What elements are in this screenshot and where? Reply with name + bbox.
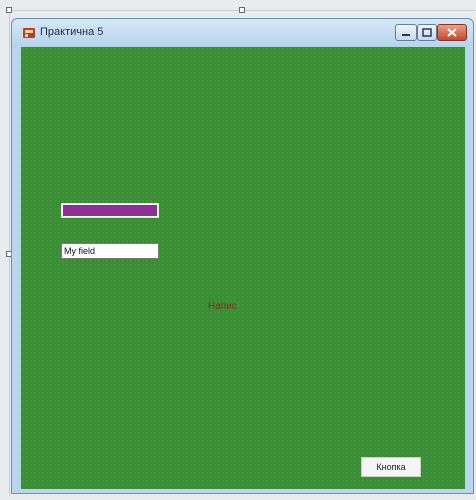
resize-handle-top[interactable] — [239, 7, 245, 13]
close-icon — [447, 24, 457, 42]
minimize-icon — [401, 24, 411, 42]
maximize-icon — [422, 24, 432, 42]
button[interactable]: Кнопка — [361, 457, 421, 477]
close-button[interactable] — [437, 24, 467, 41]
minimize-button[interactable] — [395, 24, 417, 41]
form-window: Практична 5 Напис Кнопка — [11, 18, 474, 494]
progress-bar-fill — [63, 205, 157, 216]
my-field-input[interactable] — [61, 243, 159, 259]
form-client-area: Напис Кнопка — [21, 47, 465, 489]
app-icon — [22, 26, 36, 40]
resize-handle-top-left[interactable] — [6, 7, 12, 13]
window-title: Практична 5 — [40, 26, 104, 38]
label-text: Напис — [208, 301, 237, 312]
title-bar[interactable]: Практична 5 — [12, 19, 473, 47]
progress-bar — [61, 203, 159, 218]
maximize-button[interactable] — [417, 24, 437, 41]
